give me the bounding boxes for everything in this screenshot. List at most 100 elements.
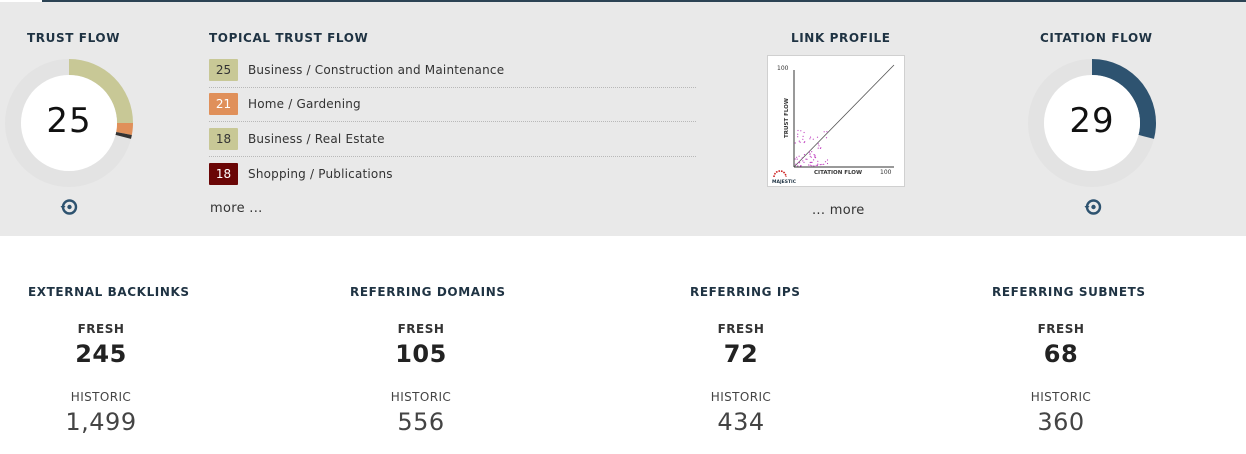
scatter-point [803,131,805,134]
fresh-label: FRESH [1037,322,1085,336]
scatter-point [808,164,810,166]
history-icon[interactable] [1084,198,1102,216]
scatter-point [809,153,811,155]
majestic-logo: MAJESTIC [772,170,797,185]
scatter-point [816,164,818,166]
scatter-point [826,162,829,165]
scatter-point [821,163,823,166]
trust-flow-gauge: 25 [5,59,133,187]
scatter-point [803,161,805,163]
topic-score-badge: 18 [209,127,238,150]
link-profile-plot: 100 100 CITATION FLOW TRUST FLOW MAJESTI… [772,64,895,185]
historic-label: HISTORIC [70,390,132,404]
topic-label: Business / Construction and Maintenance [248,62,505,77]
topic-label: Home / Gardening [248,97,361,112]
scatter-point [794,142,796,144]
scatter-point [799,141,801,143]
referring-domains-title: REFERRING DOMAINS [350,285,506,299]
scatter-point [818,145,820,147]
fresh-label: FRESH [77,322,125,336]
scatter-point [797,165,799,167]
majestic-brand: MAJESTIC [772,179,797,185]
scatter-point [813,165,815,167]
scatter-point [813,159,815,161]
scatter-point [799,162,801,164]
scatter-point [826,159,829,161]
scatter-point [808,151,810,153]
referring-domains-stats: FRESH 105 HISTORIC 556 [361,322,481,436]
scatter-point [796,156,798,158]
topic-item[interactable]: 21 Home / Gardening [209,88,696,122]
history-icon[interactable] [60,198,78,216]
historic-label: HISTORIC [710,390,772,404]
topical-trust-flow-list: 25 Business / Construction and Maintenan… [209,53,696,191]
historic-value: 1,499 [65,408,137,436]
scatter-point [823,163,825,165]
x-max-label: 100 [880,169,892,176]
referring-subnets-stats: FRESH 68 HISTORIC 360 [1001,322,1121,436]
scatter-point [796,158,798,160]
historic-value: 556 [397,408,445,436]
scatter-point [824,161,827,163]
fresh-value: 68 [1043,340,1079,368]
scatter-point [812,138,814,140]
trust-flow-heading: TRUST FLOW [27,31,121,45]
scatter-point [809,138,811,140]
scatter-point [805,158,807,160]
scatter-point [803,141,805,144]
historic-label: HISTORIC [1030,390,1092,404]
scatter-point [811,165,813,167]
scatter-point [810,156,812,158]
scatter-point [806,158,808,160]
scatter-point [801,157,803,159]
fresh-label: FRESH [397,322,445,336]
topical-trust-flow-heading: TOPICAL TRUST FLOW [209,31,369,45]
external-backlinks-stats: FRESH 245 HISTORIC 1,499 [41,322,161,436]
scatter-point [802,135,804,137]
y-max-label: 100 [777,65,789,72]
scatter-point [819,164,821,166]
scatter-point [797,133,799,135]
topic-score-badge: 21 [209,93,238,116]
scatter-point [797,129,799,132]
scatter-point [809,164,811,166]
scatter-point [815,164,817,166]
link-profile-more-link[interactable]: ... more [812,203,865,218]
scatter-point [800,130,802,132]
fresh-value: 72 [723,340,759,368]
topic-item[interactable]: 25 Business / Construction and Maintenan… [209,53,696,88]
scatter-point [802,138,804,140]
scatter-point [810,161,812,163]
scatter-point [817,147,819,149]
scatter-point [819,147,821,149]
referring-ips-stats: FRESH 72 HISTORIC 434 [681,322,801,436]
topic-item[interactable]: 18 Shopping / Publications [209,157,696,192]
link-profile-thumbnail[interactable]: 100 100 CITATION FLOW TRUST FLOW MAJESTI… [767,55,905,187]
referring-subnets-title: REFERRING SUBNETS [992,285,1146,299]
topic-label: Shopping / Publications [248,166,393,181]
topic-score-badge: 18 [209,162,238,185]
referring-ips-title: REFERRING IPS [690,285,801,299]
trust-flow-value: 25 [46,101,92,141]
scatter-point [811,151,813,153]
scatter-point [814,157,817,159]
x-axis-label: CITATION FLOW [814,170,862,176]
citation-flow-value: 29 [1069,101,1115,141]
historic-label: HISTORIC [390,390,452,404]
y-axis-label: TRUST FLOW [784,98,790,138]
scatter-point [795,163,797,165]
scatter-point [800,165,802,167]
scatter-point [803,154,806,156]
scatter-point [802,160,804,162]
scatter-point [817,163,819,165]
scatter-point [816,136,819,138]
topic-item[interactable]: 18 Business / Real Estate [209,122,696,157]
scatter-point [794,158,796,160]
historic-value: 360 [1037,408,1085,436]
scatter-point [825,137,828,139]
topical-more-link[interactable]: more ... [210,201,263,216]
scatter-point [817,143,819,145]
scatter-point [797,136,799,138]
topic-label: Business / Real Estate [248,131,385,146]
scatter-point [823,131,825,133]
